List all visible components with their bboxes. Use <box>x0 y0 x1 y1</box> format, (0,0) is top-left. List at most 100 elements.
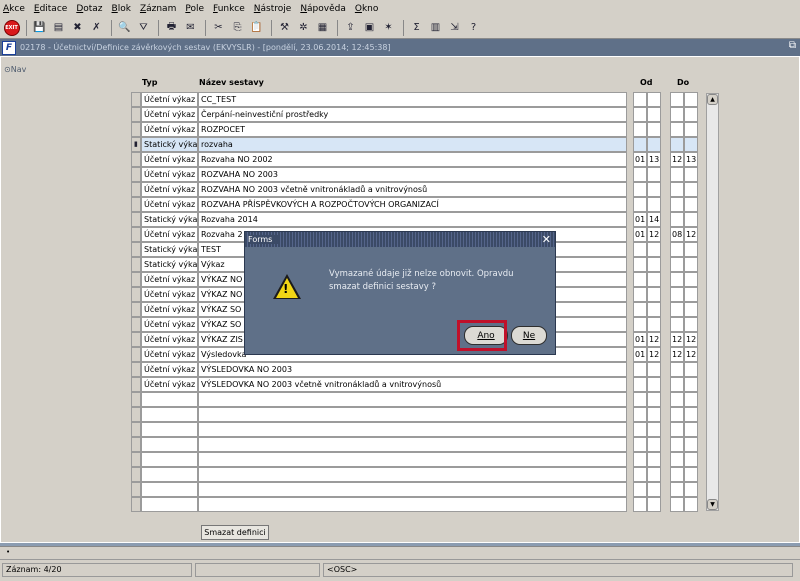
cell-do-1[interactable]: 12 <box>670 332 684 347</box>
cell-typ[interactable]: Účetní výkaz <box>141 347 198 362</box>
cell-od-2[interactable] <box>647 92 661 107</box>
row-indicator[interactable] <box>131 302 141 317</box>
cell-od-1[interactable] <box>633 377 647 392</box>
cell-do-1[interactable] <box>670 182 684 197</box>
cell-od-2[interactable] <box>647 167 661 182</box>
cell-do-1[interactable] <box>670 302 684 317</box>
cell-do-2[interactable] <box>684 377 698 392</box>
cell-do-2[interactable] <box>684 137 698 152</box>
cell-typ[interactable]: Účetní výkaz <box>141 317 198 332</box>
menu-item-5[interactable]: Pole <box>185 4 204 14</box>
menu-item-9[interactable]: Okno <box>355 4 379 14</box>
cell-typ[interactable]: Účetní výkaz <box>141 92 198 107</box>
row-indicator[interactable] <box>131 92 141 107</box>
exit-button[interactable]: EXIT <box>3 19 20 36</box>
vertical-scrollbar[interactable]: ▲ ▼ <box>706 93 719 511</box>
cell-od-1[interactable] <box>633 122 647 137</box>
cell-nazev[interactable] <box>198 497 627 512</box>
cell-od-1[interactable] <box>633 272 647 287</box>
cell-typ[interactable]: Účetní výkaz <box>141 107 198 122</box>
cell-typ[interactable]: Statický výkaz <box>141 137 198 152</box>
delete-icon[interactable]: ✗ <box>88 19 105 36</box>
cell-od-2[interactable] <box>647 392 661 407</box>
row-indicator[interactable] <box>131 152 141 167</box>
cell-do-1[interactable] <box>670 482 684 497</box>
cell-do-2[interactable] <box>684 287 698 302</box>
row-indicator[interactable] <box>131 452 141 467</box>
cell-do-1[interactable] <box>670 467 684 482</box>
cell-nazev[interactable]: ROZVAHA NO 2003 <box>198 167 627 182</box>
cell-od-1[interactable] <box>633 482 647 497</box>
cell-od-2[interactable] <box>647 437 661 452</box>
cell-do-2[interactable]: 12 <box>684 347 698 362</box>
cell-od-2[interactable] <box>647 377 661 392</box>
row-indicator[interactable] <box>131 407 141 422</box>
cell-od-2[interactable] <box>647 362 661 377</box>
cell-od-2[interactable] <box>647 497 661 512</box>
cell-nazev[interactable]: ROZVAHA PŘÍSPĚVKOVÝCH A ROZPOČTOVÝCH ORG… <box>198 197 627 212</box>
cell-do-2[interactable] <box>684 362 698 377</box>
cell-do-1[interactable] <box>670 167 684 182</box>
cell-do-2[interactable] <box>684 497 698 512</box>
delete-definition-button[interactable]: Smazat definici <box>201 525 269 540</box>
cell-typ[interactable]: Statický výkaz <box>141 257 198 272</box>
cell-typ[interactable]: Účetní výkaz <box>141 287 198 302</box>
cell-do-2[interactable] <box>684 107 698 122</box>
cell-nazev[interactable]: rozvaha <box>198 137 627 152</box>
filter-icon[interactable]: ⛛ <box>135 19 152 36</box>
menu-item-6[interactable]: Funkce <box>213 4 245 14</box>
cell-typ[interactable] <box>141 392 198 407</box>
cell-od-1[interactable] <box>633 467 647 482</box>
cell-od-1[interactable] <box>633 437 647 452</box>
cell-do-1[interactable] <box>670 257 684 272</box>
row-indicator[interactable] <box>131 167 141 182</box>
row-indicator[interactable] <box>131 287 141 302</box>
cell-do-2[interactable] <box>684 167 698 182</box>
cut-icon[interactable]: ✂ <box>210 19 227 36</box>
cell-od-2[interactable] <box>647 407 661 422</box>
cell-typ[interactable]: Účetní výkaz <box>141 272 198 287</box>
cell-od-1[interactable] <box>633 317 647 332</box>
cell-typ[interactable]: Účetní výkaz <box>141 302 198 317</box>
cell-nazev[interactable] <box>198 437 627 452</box>
cell-typ[interactable]: Účetní výkaz <box>141 167 198 182</box>
cell-od-1[interactable] <box>633 407 647 422</box>
cell-do-2[interactable] <box>684 272 698 287</box>
row-indicator[interactable] <box>131 347 141 362</box>
cell-typ[interactable]: Účetní výkaz <box>141 332 198 347</box>
cell-do-2[interactable]: 12 <box>684 227 698 242</box>
row-indicator[interactable] <box>131 422 141 437</box>
cell-do-2[interactable] <box>684 407 698 422</box>
cell-do-2[interactable] <box>684 317 698 332</box>
menu-item-0[interactable]: Akce <box>3 4 25 14</box>
cell-od-1[interactable] <box>633 392 647 407</box>
cell-od-2[interactable] <box>647 317 661 332</box>
row-indicator[interactable] <box>131 317 141 332</box>
cell-do-2[interactable] <box>684 302 698 317</box>
cell-od-1[interactable] <box>633 92 647 107</box>
cell-do-1[interactable] <box>670 317 684 332</box>
cell-typ[interactable]: Účetní výkaz <box>141 152 198 167</box>
cell-do-1[interactable] <box>670 242 684 257</box>
cell-do-2[interactable] <box>684 422 698 437</box>
cell-od-1[interactable] <box>633 197 647 212</box>
help-icon[interactable]: ? <box>465 19 482 36</box>
cell-do-2[interactable] <box>684 122 698 137</box>
cell-nazev[interactable] <box>198 407 627 422</box>
calendar-icon[interactable]: ▦ <box>314 19 331 36</box>
menu-item-1[interactable]: Editace <box>34 4 67 14</box>
new-record-icon[interactable]: ▤ <box>50 19 67 36</box>
cell-typ[interactable]: Statický výkaz <box>141 212 198 227</box>
cell-nazev[interactable]: Rozvaha NO 2002 <box>198 152 627 167</box>
cell-do-1[interactable] <box>670 377 684 392</box>
cell-nazev[interactable]: CC_TEST <box>198 92 627 107</box>
cell-od-1[interactable] <box>633 107 647 122</box>
cell-od-2[interactable] <box>647 452 661 467</box>
cell-od-1[interactable] <box>633 167 647 182</box>
cell-do-1[interactable] <box>670 422 684 437</box>
cell-od-2[interactable] <box>647 272 661 287</box>
mail-icon[interactable]: ✉ <box>182 19 199 36</box>
cell-do-2[interactable] <box>684 437 698 452</box>
cell-do-1[interactable] <box>670 212 684 227</box>
window-restore-icon[interactable]: ⧉ <box>789 40 796 51</box>
